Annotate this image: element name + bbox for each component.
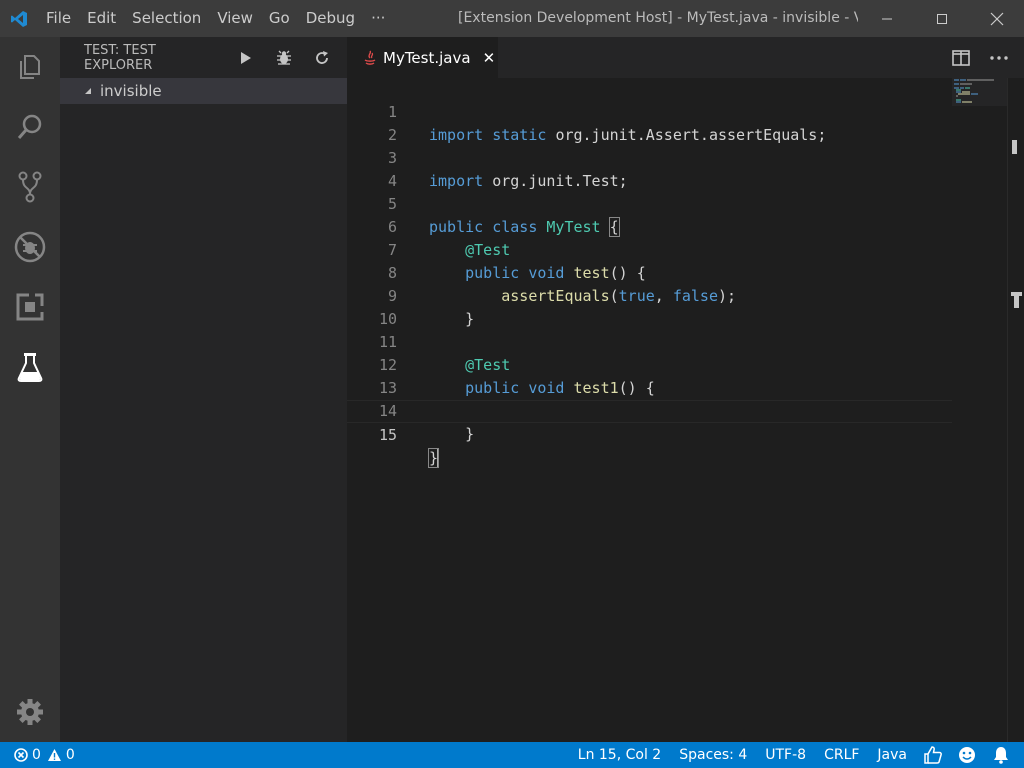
expanded-chevron-icon[interactable]	[84, 87, 92, 95]
extensions-icon	[16, 293, 44, 321]
minimize-button[interactable]	[859, 0, 914, 37]
activity-extensions[interactable]	[0, 277, 60, 337]
activity-test[interactable]	[0, 337, 60, 397]
menu-selection[interactable]: Selection	[124, 0, 209, 37]
menu-more[interactable]: ···	[363, 0, 393, 37]
code-line: 14 }	[347, 377, 952, 443]
refresh-icon	[316, 50, 328, 64]
current-code-line: 15 }	[347, 400, 952, 468]
status-bar: 0 0 Ln 15, Col 2 Spaces: 4 UTF-8 CRLF Ja…	[0, 742, 1024, 768]
debug-icon	[14, 231, 46, 263]
line-number: 15	[378, 426, 397, 444]
play-icon	[241, 51, 251, 64]
code-line: 8 assertEquals(true, false);	[347, 239, 952, 305]
menu-bar: File Edit Selection View Go Debug ···	[38, 0, 393, 37]
tab-mytest-java[interactable]: MyTest.java ✕	[347, 37, 498, 78]
menu-edit[interactable]: Edit	[79, 0, 124, 37]
gear-icon	[17, 699, 43, 725]
tab-label: MyTest.java	[383, 48, 471, 67]
code-line: 7 public void test() {	[347, 216, 952, 282]
code-line: 11 @Test	[347, 308, 952, 374]
overview-ruler	[1011, 140, 1022, 308]
editor-area: MyTest.java ✕ 1 import static org.junit.…	[347, 37, 1024, 742]
maximize-icon	[936, 13, 947, 24]
code-line: 6 @Test	[347, 193, 952, 259]
activity-settings[interactable]	[0, 682, 60, 742]
warning-icon	[47, 749, 61, 761]
menu-file[interactable]: File	[38, 0, 79, 37]
split-editor-icon	[952, 49, 970, 66]
close-window-button[interactable]	[969, 0, 1024, 37]
editor-tab-bar: MyTest.java ✕	[347, 37, 1024, 78]
test-explorer-sidebar: TEST: TEST EXPLORER invisible	[60, 37, 347, 742]
test-flask-icon	[17, 353, 43, 382]
thumbs-up-icon	[924, 746, 942, 764]
code-editor[interactable]: 1 import static org.junit.Assert.assertE…	[347, 78, 952, 742]
more-actions-button[interactable]	[980, 37, 1018, 78]
maximize-button[interactable]	[914, 0, 969, 37]
vertical-scrollbar[interactable]	[1007, 78, 1024, 742]
code-line: 9 }	[347, 262, 952, 328]
text-cursor	[437, 449, 440, 468]
activity-search[interactable]	[0, 97, 60, 157]
code-line: 10	[347, 285, 952, 328]
encoding[interactable]: UTF-8	[756, 742, 815, 768]
menu-debug[interactable]: Debug	[298, 0, 363, 37]
menu-view[interactable]: View	[209, 0, 261, 37]
run-all-tests-button[interactable]	[227, 37, 265, 78]
code-line: 5 public class MyTest {	[347, 170, 952, 237]
vscode-logo-icon	[0, 0, 38, 37]
minimap-preview	[952, 78, 1007, 106]
indentation[interactable]: Spaces: 4	[670, 742, 756, 768]
minimap[interactable]	[952, 78, 1007, 742]
cursor-position[interactable]: Ln 15, Col 2	[569, 742, 670, 768]
debug-all-tests-button[interactable]	[265, 37, 303, 78]
problems-indicator[interactable]: 0 0	[14, 747, 75, 763]
code-line: 2	[347, 101, 952, 144]
files-icon	[20, 55, 40, 79]
java-icon	[364, 50, 376, 65]
error-count: 0	[32, 747, 41, 763]
menu-go[interactable]: Go	[261, 0, 298, 37]
ellipsis-icon	[990, 55, 1008, 60]
smiley-icon	[959, 747, 975, 763]
editor-actions	[942, 37, 1024, 78]
activity-debug[interactable]	[0, 217, 60, 277]
code-token: }	[465, 425, 475, 443]
minimize-icon	[881, 18, 892, 19]
code-line: 3 import org.junit.Test;	[347, 124, 952, 190]
sidebar-header: TEST: TEST EXPLORER	[60, 37, 347, 78]
code-line: 13	[347, 354, 952, 397]
code-line: 12 public void test1() {	[347, 331, 952, 397]
debug-bug-icon	[277, 50, 291, 65]
activity-bar	[0, 37, 60, 742]
notifications-button[interactable]	[984, 742, 1018, 768]
error-icon	[14, 748, 28, 762]
status-right: Ln 15, Col 2 Spaces: 4 UTF-8 CRLF Java	[569, 742, 1024, 768]
split-editor-button[interactable]	[942, 37, 980, 78]
tree-item-invisible[interactable]: invisible	[60, 78, 347, 104]
tree-item-label: invisible	[100, 82, 162, 100]
search-icon	[17, 114, 42, 139]
end-of-line[interactable]: CRLF	[815, 742, 868, 768]
feedback-button[interactable]	[916, 742, 950, 768]
activity-explorer[interactable]	[0, 37, 60, 97]
bell-icon	[994, 747, 1008, 764]
source-control-icon	[18, 171, 42, 203]
activity-source-control[interactable]	[0, 157, 60, 217]
window-controls	[859, 0, 1024, 37]
tab-close-button[interactable]: ✕	[483, 49, 496, 67]
close-icon	[990, 12, 1003, 25]
window-title: [Extension Development Host] - MyTest.ja…	[458, 10, 858, 26]
title-bar: File Edit Selection View Go Debug ··· [E…	[0, 0, 1024, 37]
sidebar-title: TEST: TEST EXPLORER	[84, 42, 156, 73]
refresh-tests-button[interactable]	[303, 37, 341, 78]
code-line: 1 import static org.junit.Assert.assertE…	[347, 78, 952, 144]
code-line: 4	[347, 147, 952, 190]
smiley-button[interactable]	[950, 742, 984, 768]
language-mode[interactable]: Java	[868, 742, 916, 768]
status-left: 0 0	[14, 742, 75, 768]
warning-count: 0	[65, 747, 75, 763]
